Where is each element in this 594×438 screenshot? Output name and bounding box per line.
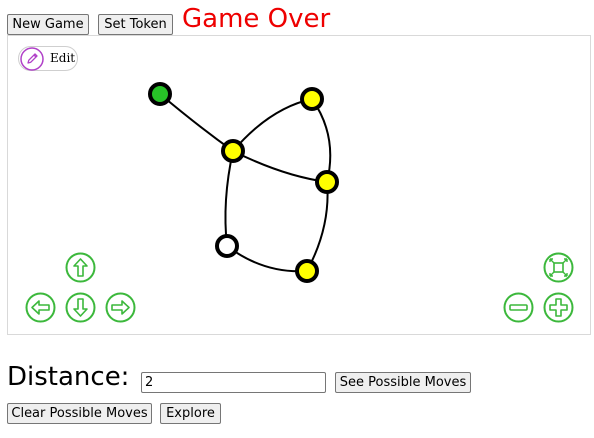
edge-center-topright (232, 98, 313, 152)
graph-svg (148, 82, 339, 283)
edit-mode-toggle[interactable]: Edit (18, 46, 78, 71)
graph-node-right[interactable] (315, 170, 339, 194)
zoom-in-icon[interactable] (543, 292, 574, 323)
zoom-out-icon[interactable] (503, 292, 534, 323)
pan-right-icon[interactable] (105, 292, 136, 323)
graph-node-white[interactable] (215, 234, 239, 258)
edge-green-center (159, 93, 234, 152)
graph-node-top-right[interactable] (300, 87, 324, 111)
pencil-icon (20, 47, 44, 71)
edge-center-white (224, 150, 234, 247)
graph-node-bottom[interactable] (295, 259, 319, 283)
edit-label: Edit (50, 51, 76, 65)
distance-label: Distance: (7, 362, 130, 392)
pan-down-icon[interactable] (65, 292, 96, 323)
graph-canvas[interactable]: Edit (7, 35, 591, 335)
graph-node-green[interactable] (148, 82, 172, 106)
see-possible-moves-button[interactable]: See Possible Moves (335, 372, 471, 393)
edge-center-right (232, 150, 328, 183)
edge-topright-right (311, 98, 332, 183)
fit-view-icon[interactable] (543, 252, 574, 283)
edge-bottom-right (306, 181, 329, 272)
clear-possible-moves-button[interactable]: Clear Possible Moves (7, 403, 152, 424)
explore-button[interactable]: Explore (160, 403, 221, 424)
pan-up-icon[interactable] (65, 252, 96, 283)
new-game-button[interactable]: New Game (7, 14, 89, 35)
distance-input[interactable] (141, 372, 326, 393)
edge-white-bottom (226, 245, 308, 273)
pan-left-icon[interactable] (25, 292, 56, 323)
graph-node-center[interactable] (221, 139, 245, 163)
game-status-text: Game Over (182, 4, 331, 34)
set-token-button[interactable]: Set Token (98, 14, 173, 35)
